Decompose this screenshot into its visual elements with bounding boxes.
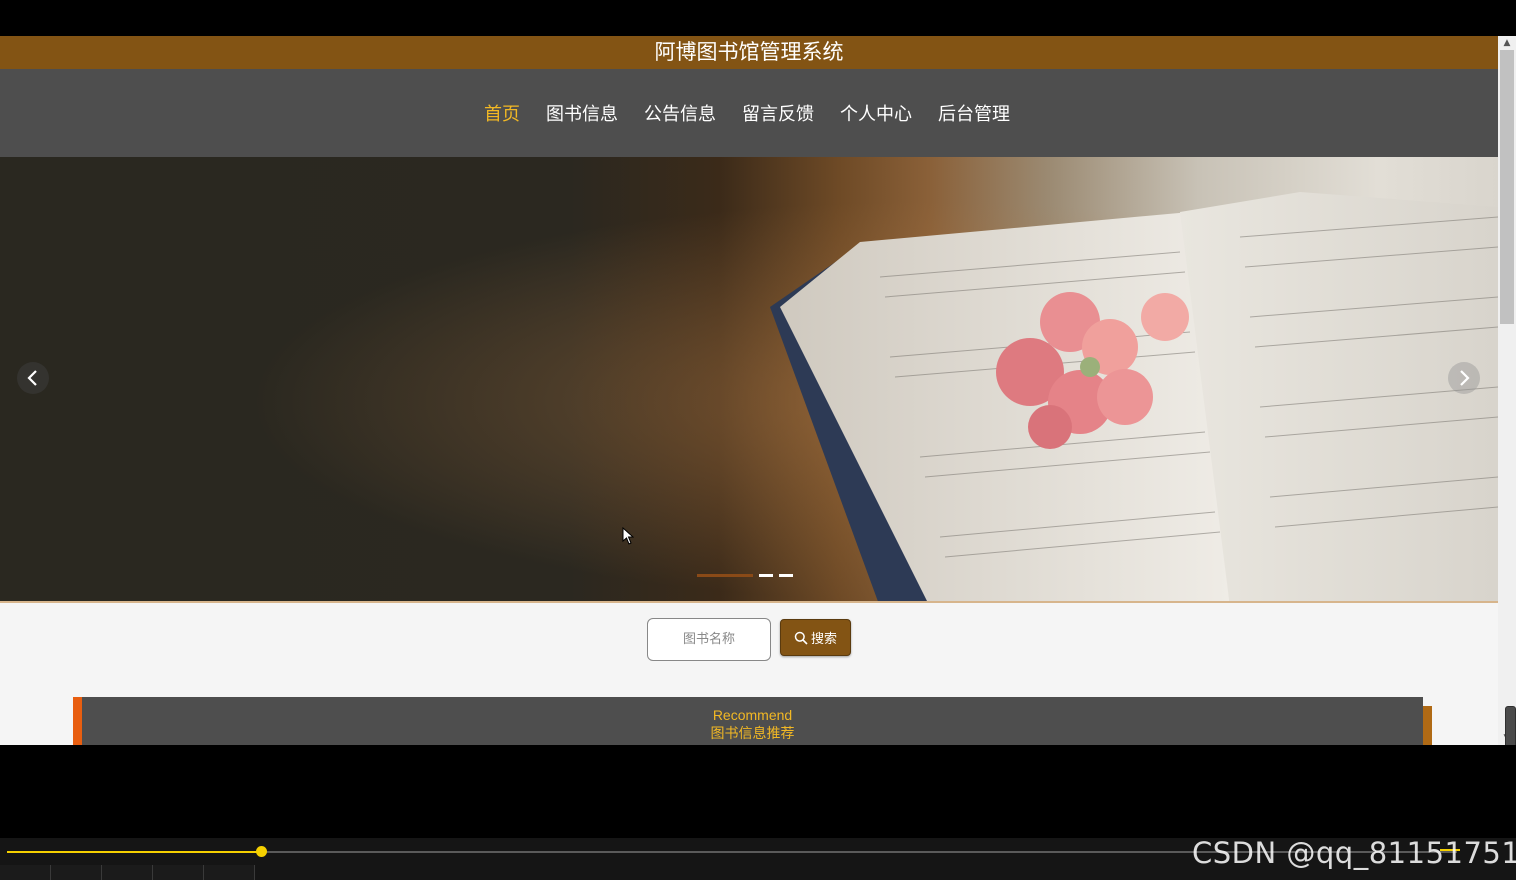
nav-item-profile[interactable]: 个人中心 — [840, 100, 912, 126]
search-icon — [794, 631, 808, 645]
site-header: 阿博图书馆管理系统 — [0, 36, 1498, 69]
side-float-widget[interactable] — [1505, 706, 1516, 745]
player-control-2[interactable] — [51, 865, 102, 880]
search-button-label: 搜索 — [810, 632, 837, 647]
site-title: 阿博图书馆管理系统 — [654, 40, 844, 64]
carousel-indicator-3[interactable] — [779, 574, 793, 577]
browser-viewport: 阿博图书馆管理系统 首页 图书信息 公告信息 留言反馈 个人中心 后台管理 图书… — [0, 36, 1516, 745]
carousel-next-button[interactable] — [1448, 362, 1480, 394]
player-control-5[interactable] — [204, 865, 255, 880]
search-button[interactable]: 搜索 — [780, 619, 851, 656]
player-button-row — [0, 865, 255, 880]
chevron-left-icon — [27, 370, 37, 386]
nav-item-feedback[interactable]: 留言反馈 — [742, 100, 814, 126]
nav-item-books[interactable]: 图书信息 — [546, 100, 618, 126]
carousel-indicators — [697, 574, 793, 577]
player-control-1[interactable] — [0, 865, 51, 880]
carousel-indicator-1[interactable] — [697, 574, 753, 577]
video-progress-knob[interactable] — [256, 846, 267, 857]
player-control-4[interactable] — [153, 865, 204, 880]
scroll-up-arrow-icon[interactable]: ▲ — [1498, 36, 1516, 50]
watermark-text: CSDN @qq_811517515 — [1192, 836, 1516, 870]
screen-frame: 阿博图书馆管理系统 首页 图书信息 公告信息 留言反馈 个人中心 后台管理 图书… — [0, 0, 1516, 880]
recommend-header: Recommend 图书信息推荐 — [82, 697, 1423, 745]
nav-item-notices[interactable]: 公告信息 — [644, 100, 716, 126]
video-progress-fill — [7, 851, 261, 853]
banner-carousel[interactable] — [0, 157, 1498, 601]
search-input[interactable] — [647, 618, 771, 661]
nav-item-home[interactable]: 首页 — [484, 100, 520, 126]
search-bar: 搜索 — [0, 603, 1498, 697]
page-scrollbar[interactable]: ▲ ▼ — [1498, 36, 1516, 745]
carousel-indicator-2[interactable] — [759, 574, 773, 577]
book-right-page — [1180, 192, 1498, 601]
recommend-title-en: Recommend — [712, 707, 793, 723]
recommend-accent-left — [73, 697, 82, 745]
recommend-title-cn: 图书信息推荐 — [710, 726, 795, 742]
mouse-pointer-icon — [622, 527, 634, 545]
scrollbar-thumb[interactable] — [1500, 50, 1514, 324]
recommend-accent-right — [1423, 706, 1432, 745]
nav-item-admin[interactable]: 后台管理 — [938, 100, 1010, 126]
banner-image — [0, 157, 1498, 601]
chevron-right-icon — [1460, 370, 1470, 386]
player-control-3[interactable] — [102, 865, 153, 880]
main-nav: 首页 图书信息 公告信息 留言反馈 个人中心 后台管理 — [0, 69, 1498, 157]
carousel-prev-button[interactable] — [17, 362, 49, 394]
